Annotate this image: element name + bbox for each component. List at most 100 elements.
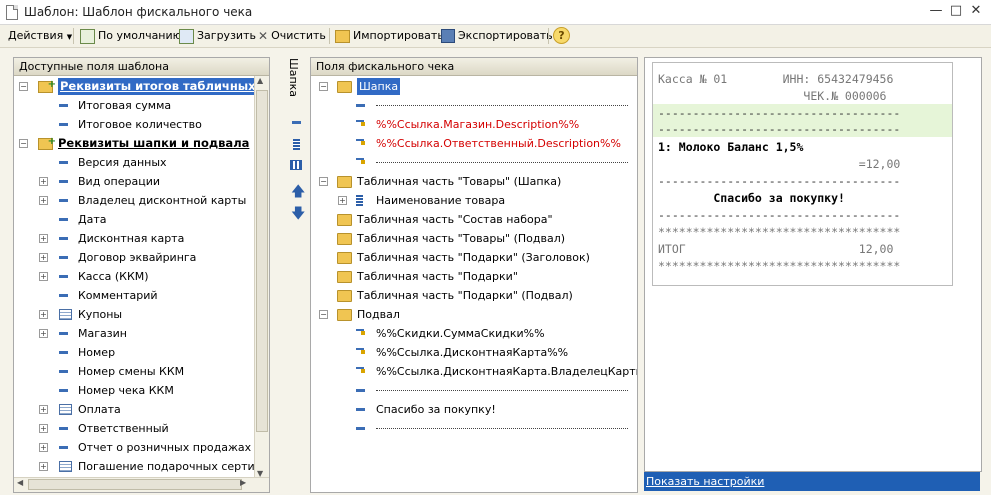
actions-menu-button[interactable]: Действия ▼	[8, 27, 72, 45]
fiscal-field-row[interactable]: %%Ссылка.ДисконтнаяКарта%%	[311, 343, 635, 362]
maximize-icon[interactable]: □	[948, 3, 964, 19]
fiscal-field-row[interactable]: Табличная часть "Подарки"	[311, 267, 635, 286]
collapse-icon[interactable]: −	[319, 310, 328, 319]
fiscal-field-row[interactable]: − Табличная часть "Товары" (Шапка)	[311, 172, 635, 191]
available-field-row[interactable]: + Касса (ККМ)	[14, 267, 254, 286]
fiscal-field-row[interactable]: Табличная часть "Состав набора"	[311, 210, 635, 229]
available-field-row[interactable]: + Погашение подарочных сертификатов	[14, 457, 269, 476]
fiscal-field-row[interactable]	[311, 153, 635, 172]
fiscal-field-row[interactable]: Табличная часть "Подарки" (Подвал)	[311, 286, 635, 305]
fiscal-field-row[interactable]: %%Ссылка.ДисконтнаяКарта.ВладелецКарты%%	[311, 362, 638, 381]
fiscal-field-row[interactable]: − Шапка	[311, 77, 635, 96]
receipt-line: -----------------------------------	[658, 106, 901, 120]
clear-button[interactable]: ✕ Очистить	[258, 27, 326, 45]
expand-icon[interactable]: +	[39, 253, 48, 262]
fiscal-field-row[interactable]	[311, 96, 635, 115]
close-icon[interactable]: ✕	[968, 3, 984, 19]
available-field-label: Номер чека ККМ	[78, 384, 174, 397]
available-field-label: Версия данных	[78, 156, 167, 169]
move-to-header-button[interactable]: Шапка	[287, 57, 304, 103]
fiscal-field-row[interactable]: − Подвал	[311, 305, 635, 324]
default-button[interactable]: По умолчанию	[80, 27, 182, 45]
folder-icon	[337, 233, 352, 245]
move-to-header-label: Шапка	[287, 57, 301, 98]
available-field-label: Реквизиты шапки и подвала	[58, 136, 250, 150]
available-field-label: Комментарий	[78, 289, 158, 302]
fiscal-field-row[interactable]: Спасибо за покупку!	[311, 400, 635, 419]
fiscal-field-row[interactable]: %%Ссылка.Ответственный.Description%%	[311, 134, 635, 153]
add-line-icon[interactable]	[292, 121, 301, 124]
fiscal-field-row[interactable]: + Наименование товара	[311, 191, 635, 210]
expand-icon[interactable]: +	[39, 272, 48, 281]
help-button[interactable]: ?	[553, 27, 570, 44]
fiscal-field-label: %%Ссылка.ДисконтнаяКарта.ВладелецКарты%%	[376, 365, 638, 378]
expand-icon[interactable]: +	[39, 177, 48, 186]
fiscal-field-row[interactable]	[311, 381, 635, 400]
available-field-row[interactable]: + Магазин	[14, 324, 254, 343]
available-field-row[interactable]: Номер	[14, 343, 254, 362]
expand-icon[interactable]: +	[39, 310, 48, 319]
available-field-row[interactable]: + Ответственный	[14, 419, 254, 438]
available-field-row[interactable]: Версия данных	[14, 153, 254, 172]
expand-icon[interactable]: +	[39, 424, 48, 433]
available-field-row[interactable]: Номер чека ККМ	[14, 381, 254, 400]
available-field-row[interactable]: Дата	[14, 210, 254, 229]
scroll-up-icon[interactable]: ▲	[257, 76, 263, 85]
actions-label: Действия	[8, 29, 64, 42]
available-field-row[interactable]: Итоговая сумма	[14, 96, 254, 115]
add-group-icon[interactable]	[293, 139, 300, 150]
available-field-row[interactable]: + Договор эквайринга	[14, 248, 254, 267]
export-button[interactable]: Экспортировать	[441, 27, 553, 45]
expand-icon[interactable]: +	[39, 405, 48, 414]
load-button[interactable]: Загрузить	[179, 27, 256, 45]
reference-field-icon	[356, 157, 366, 166]
left-scroll-thumb[interactable]	[256, 90, 268, 432]
left-vertical-scrollbar[interactable]: ▲ ▼	[254, 76, 269, 478]
available-field-row[interactable]: + Владелец дисконтной карты	[14, 191, 254, 210]
expand-icon[interactable]: +	[39, 234, 48, 243]
left-horizontal-scrollbar[interactable]: ◀ ▶	[14, 477, 269, 492]
scroll-right-icon[interactable]: ▶	[240, 478, 246, 487]
left-hscroll-thumb[interactable]	[28, 479, 242, 490]
expand-icon[interactable]: +	[39, 462, 48, 471]
table-icon	[59, 461, 72, 472]
move-up-icon[interactable]: 🡅	[291, 185, 305, 199]
expand-icon[interactable]: +	[39, 443, 48, 452]
folder-add-icon	[38, 75, 56, 94]
field-icon	[59, 199, 68, 202]
move-down-icon[interactable]: 🡇	[291, 207, 305, 221]
collapse-icon[interactable]: −	[19, 82, 28, 91]
import-button[interactable]: Импортировать	[335, 27, 444, 45]
available-field-row[interactable]: + Купоны	[14, 305, 254, 324]
add-table-icon[interactable]	[290, 160, 302, 170]
available-field-row[interactable]: + Вид операции	[14, 172, 254, 191]
receipt-line: ИТОГ 12,00	[658, 242, 894, 256]
default-label: По умолчанию	[98, 29, 182, 42]
available-field-row[interactable]: + Оплата	[14, 400, 254, 419]
minimize-icon[interactable]: —	[928, 3, 944, 19]
available-field-row[interactable]: − Реквизиты итогов табличных частей	[14, 75, 254, 96]
available-field-row[interactable]: + Отчет о розничных продажах	[14, 438, 254, 457]
show-settings-link[interactable]: Показать настройки	[646, 475, 764, 488]
fiscal-field-row[interactable]	[311, 419, 635, 438]
side-toolbar: Шапка 🡅 🡇	[286, 57, 306, 237]
separator-line	[376, 162, 628, 163]
collapse-icon[interactable]: −	[319, 177, 328, 186]
available-field-label: Отчет о розничных продажах	[78, 441, 252, 454]
available-field-row[interactable]: Номер смены ККМ	[14, 362, 254, 381]
scroll-left-icon[interactable]: ◀	[17, 478, 23, 487]
available-field-row[interactable]: − Реквизиты шапки и подвала	[14, 132, 254, 153]
fiscal-field-row[interactable]: Табличная часть "Товары" (Подвал)	[311, 229, 635, 248]
expand-icon[interactable]: +	[39, 329, 48, 338]
available-field-row[interactable]: Комментарий	[14, 286, 254, 305]
expand-icon[interactable]: +	[338, 196, 347, 205]
fiscal-field-row[interactable]: %%Ссылка.Магазин.Description%%	[311, 115, 635, 134]
fiscal-field-row[interactable]: Табличная часть "Подарки" (Заголовок)	[311, 248, 635, 267]
export-label: Экспортировать	[458, 29, 553, 42]
available-field-row[interactable]: + Дисконтная карта	[14, 229, 254, 248]
collapse-icon[interactable]: −	[19, 139, 28, 148]
collapse-icon[interactable]: −	[319, 82, 328, 91]
expand-icon[interactable]: +	[39, 196, 48, 205]
available-field-label: Номер смены ККМ	[78, 365, 185, 378]
fiscal-field-row[interactable]: %%Скидки.СуммаСкидки%%	[311, 324, 635, 343]
